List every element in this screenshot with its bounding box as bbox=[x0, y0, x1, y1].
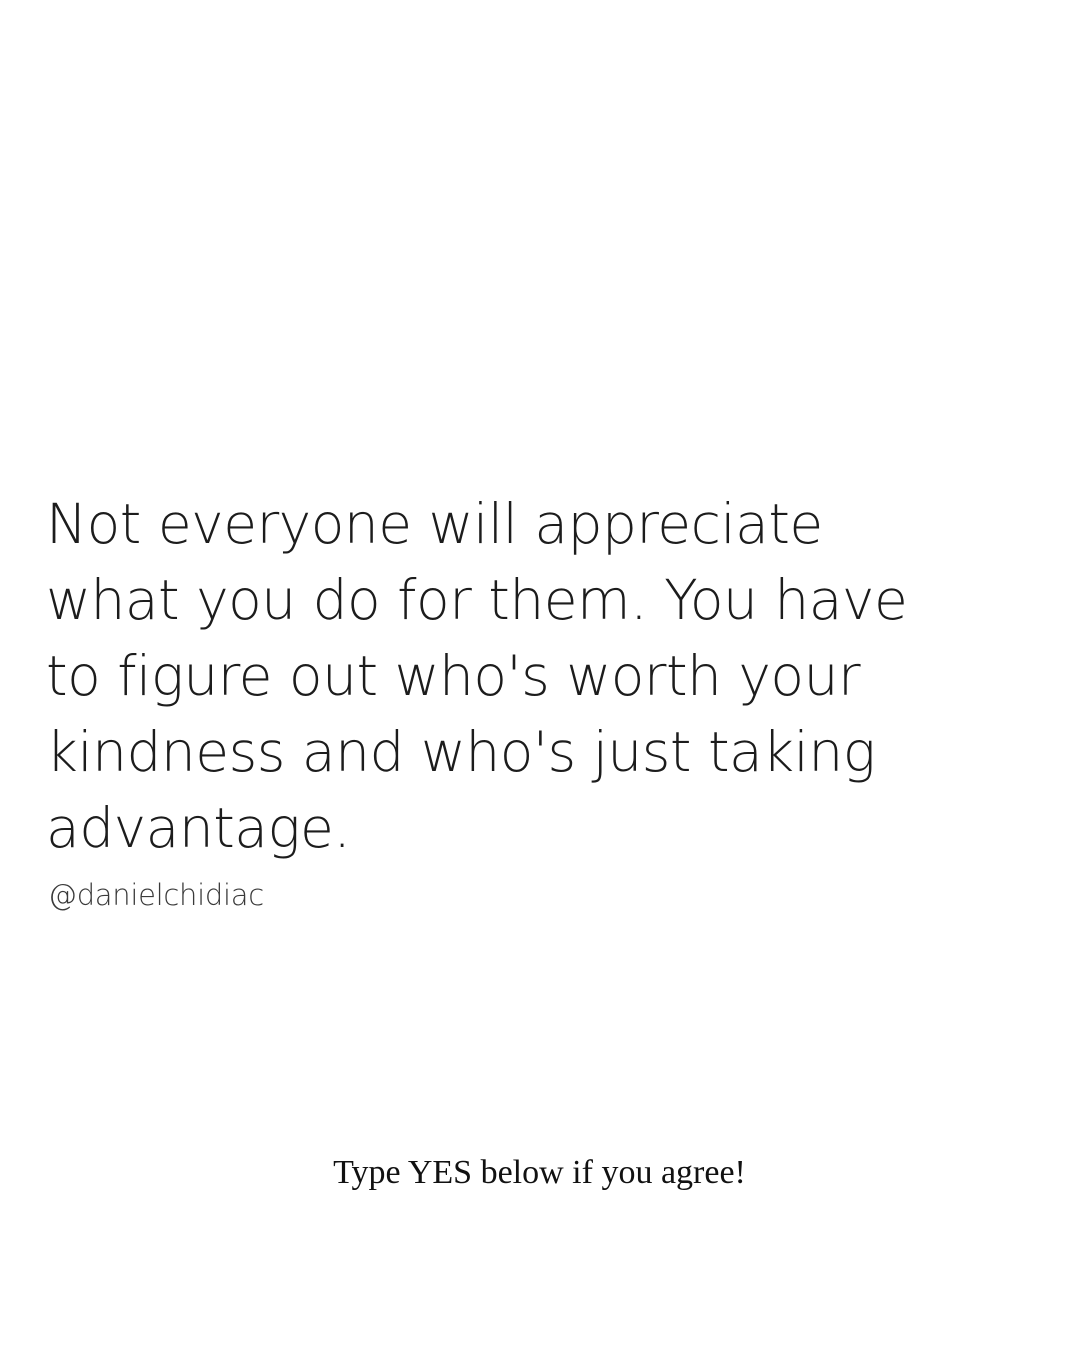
call-to-action: Type YES below if you agree! bbox=[333, 1154, 746, 1191]
author-handle: @danielchidiac bbox=[48, 878, 264, 912]
quote-line-3: to figure out who's worth your bbox=[46, 644, 861, 708]
quote-text: Not everyone will appreciate what you do… bbox=[46, 486, 1026, 866]
quote-line-2: what you do for them. You have bbox=[46, 568, 908, 632]
quote-line-1: Not everyone will appreciate bbox=[46, 492, 823, 556]
quote-line-4: kindness and who's just taking bbox=[46, 720, 876, 784]
quote-line-5: advantage. bbox=[46, 796, 351, 860]
